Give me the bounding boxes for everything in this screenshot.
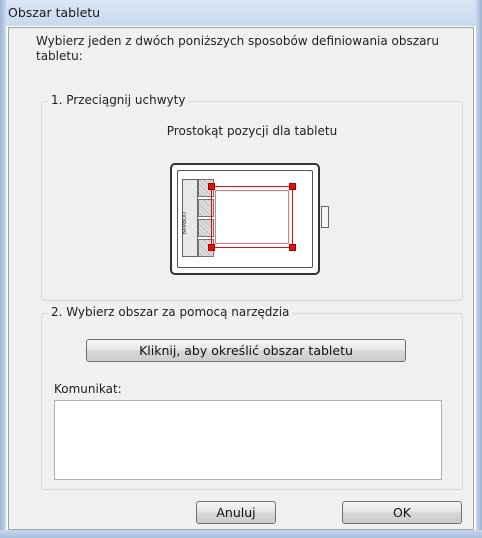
message-label: Komunikat:	[54, 382, 122, 396]
drag-handles-legend: 1. Przeciągnij uchwyty	[48, 93, 189, 107]
tablet-preview: BAMBOO	[170, 163, 329, 275]
window-frame-right	[476, 0, 482, 538]
cancel-button[interactable]: Anuluj	[196, 501, 276, 524]
resize-handle-top-right[interactable]	[289, 183, 296, 190]
resize-handle-top-left[interactable]	[208, 183, 215, 190]
select-area-tool-legend: 2. Wybierz obszar za pomocą narzędzia	[48, 305, 293, 319]
resize-handle-bottom-right[interactable]	[289, 244, 296, 251]
tablet-side-button	[321, 206, 329, 228]
dialog-client-area: Wybierz jeden z dwóch poniższych sposobó…	[8, 27, 474, 530]
title-bar: Obszar tabletu	[0, 0, 482, 26]
window-frame-bottom	[0, 530, 482, 538]
window-title: Obszar tabletu	[8, 5, 101, 20]
tablet-brand-logo: BAMBOO	[182, 212, 188, 235]
tablet-active-area-rectangle[interactable]	[208, 183, 296, 251]
drag-handles-group: 1. Przeciągnij uchwyty Prostokąt pozycji…	[41, 93, 463, 301]
window-frame-left	[0, 0, 6, 538]
ok-button[interactable]: OK	[342, 501, 462, 524]
resize-handle-bottom-left[interactable]	[208, 244, 215, 251]
tablet-position-caption: Prostokąt pozycji dla tabletu	[166, 124, 338, 138]
define-tablet-area-button[interactable]: Kliknij, aby określić obszar tabletu	[86, 339, 406, 362]
intro-text: Wybierz jeden z dwóch poniższych sposobó…	[36, 34, 439, 63]
tablet-logo-strip: BAMBOO	[182, 179, 198, 257]
message-textbox[interactable]	[54, 400, 442, 480]
